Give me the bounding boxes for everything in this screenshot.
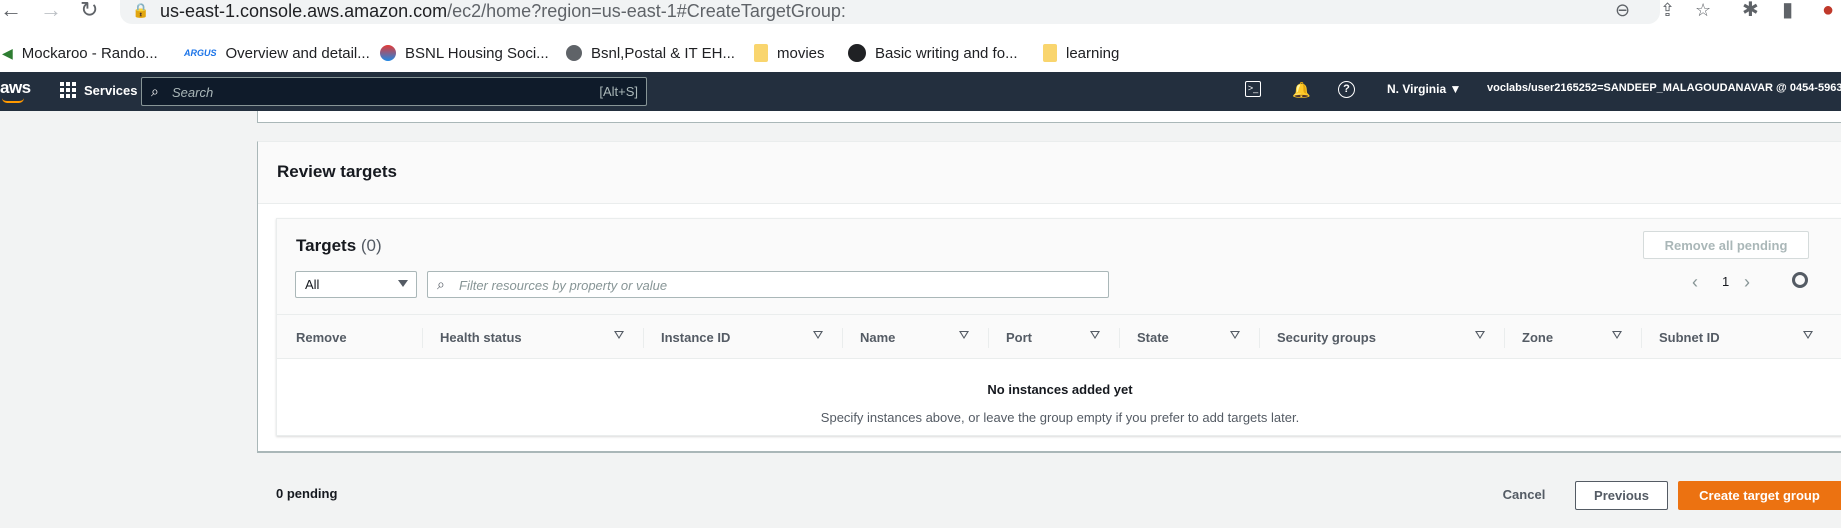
- container-header: Review targets: [258, 142, 1841, 204]
- filter-type-select[interactable]: All: [295, 271, 417, 298]
- folder-icon: [754, 44, 768, 62]
- account-menu[interactable]: voclabs/user2165252=SANDEEP_MALAGOUDANAV…: [1487, 82, 1841, 94]
- services-grid-icon: [60, 82, 76, 98]
- aws-logo[interactable]: aws: [0, 78, 31, 103]
- cloudshell-icon[interactable]: >_: [1245, 81, 1261, 97]
- github-icon: [848, 44, 866, 62]
- column-zone[interactable]: Zone: [1522, 330, 1553, 345]
- bookmark-label: learning: [1066, 44, 1120, 62]
- search-icon: ⌕: [151, 83, 159, 99]
- bookmark-label: Overview and detail...: [225, 44, 370, 62]
- extensions-icon[interactable]: ✱: [1742, 0, 1759, 20]
- targets-table: Targets (0) Remove all pending All ⌕ ‹ 1…: [276, 218, 1841, 436]
- side-panel-icon[interactable]: ▮: [1782, 0, 1793, 20]
- bookmark-label: Mockaroo - Rando...: [21, 44, 158, 62]
- column-name[interactable]: Name: [860, 330, 895, 345]
- table-column-headers: Remove Health status Instance ID Name Po…: [277, 314, 1841, 359]
- zoom-icon[interactable]: ⊖: [1615, 0, 1630, 20]
- targets-count: (0): [360, 236, 382, 255]
- site-logo-icon: ARGUS: [184, 48, 217, 58]
- url-text: us-east-1.console.aws.amazon.com/ec2/hom…: [160, 1, 846, 21]
- sort-icon[interactable]: [959, 331, 969, 339]
- caret-down-icon: [398, 280, 408, 287]
- bsnl-icon: [380, 45, 396, 61]
- search-icon: ⌕: [437, 276, 445, 292]
- bookmark-mockaroo[interactable]: ◀ Mockaroo - Rando...: [2, 42, 158, 64]
- bookmark-star-icon[interactable]: ☆: [1695, 0, 1711, 20]
- create-target-group-button[interactable]: Create target group: [1678, 481, 1841, 510]
- targets-heading: Targets (0): [296, 236, 382, 255]
- next-page-icon[interactable]: ›: [1744, 272, 1750, 293]
- aws-smile-icon: [2, 98, 24, 103]
- globe-icon: [566, 45, 582, 61]
- bookmark-label: Bsnl,Postal & IT EH...: [591, 44, 735, 62]
- aws-console-header: aws Services ⌕ [Alt+S] >_ 🔔 ? N. Virgini…: [0, 72, 1841, 111]
- column-subnet-id[interactable]: Subnet ID: [1659, 330, 1720, 345]
- previous-button[interactable]: Previous: [1575, 481, 1668, 510]
- aws-search-input[interactable]: [172, 82, 552, 102]
- column-port[interactable]: Port: [1006, 330, 1032, 345]
- column-security-groups[interactable]: Security groups: [1277, 330, 1376, 345]
- sort-icon[interactable]: [1612, 331, 1622, 339]
- back-icon[interactable]: ←: [0, 0, 22, 24]
- column-health-status[interactable]: Health status: [440, 330, 522, 345]
- empty-state-title: No instances added yet: [987, 382, 1133, 397]
- search-shortcut-hint: [Alt+S]: [599, 84, 638, 99]
- bookmark-movies[interactable]: movies: [754, 42, 825, 64]
- reload-icon[interactable]: ↻: [80, 0, 98, 24]
- page-number[interactable]: 1: [1722, 274, 1729, 289]
- gear-icon[interactable]: [1792, 272, 1808, 288]
- column-remove: Remove: [296, 330, 347, 345]
- bookmark-bsnl-postal[interactable]: Bsnl,Postal & IT EH...: [566, 42, 735, 64]
- aws-search-box[interactable]: ⌕ [Alt+S]: [141, 77, 647, 106]
- previous-panel-edge: [257, 111, 1841, 123]
- help-icon[interactable]: ?: [1338, 81, 1355, 98]
- bookmark-bsnl-housing[interactable]: BSNL Housing Soci...: [380, 42, 549, 64]
- sort-icon[interactable]: [1803, 331, 1813, 339]
- column-divider: [643, 328, 644, 348]
- column-divider: [1504, 328, 1505, 348]
- services-menu-button[interactable]: Services: [60, 82, 138, 98]
- address-bar[interactable]: 🔒 us-east-1.console.aws.amazon.com/ec2/h…: [120, 0, 1675, 24]
- lock-icon: 🔒: [132, 2, 150, 18]
- bookmark-overview[interactable]: ARGUS Overview and detail...: [184, 42, 370, 64]
- bookmark-learning[interactable]: learning: [1043, 42, 1119, 64]
- sort-icon[interactable]: [1475, 331, 1485, 339]
- profile-avatar-icon[interactable]: ●: [1822, 0, 1834, 20]
- review-targets-title: Review targets: [277, 162, 397, 181]
- sort-icon[interactable]: [1230, 331, 1240, 339]
- remove-all-pending-button[interactable]: Remove all pending: [1643, 231, 1809, 259]
- column-instance-id[interactable]: Instance ID: [661, 330, 730, 345]
- column-state[interactable]: State: [1137, 330, 1169, 345]
- empty-state-description: Specify instances above, or leave the gr…: [820, 410, 1300, 425]
- column-divider: [842, 328, 843, 348]
- column-divider: [1641, 328, 1642, 348]
- notifications-bell-icon[interactable]: 🔔: [1292, 81, 1311, 101]
- share-icon[interactable]: ⇪: [1660, 0, 1675, 20]
- bookmark-label: Basic writing and fo...: [875, 44, 1018, 62]
- bookmark-basic-writing[interactable]: Basic writing and fo...: [848, 42, 1018, 64]
- previous-page-icon[interactable]: ‹: [1692, 272, 1698, 293]
- region-selector[interactable]: N. Virginia ▼: [1387, 82, 1461, 96]
- targets-table-header: Targets (0) Remove all pending All ⌕ ‹ 1…: [277, 219, 1841, 314]
- kangaroo-icon: ◀: [2, 44, 13, 61]
- column-divider: [422, 328, 423, 348]
- column-divider: [1259, 328, 1260, 348]
- sort-icon[interactable]: [614, 331, 624, 339]
- sort-icon[interactable]: [813, 331, 823, 339]
- filter-box[interactable]: ⌕: [427, 271, 1109, 298]
- review-targets-container: Review targets Targets (0) Remove all pe…: [257, 141, 1841, 453]
- bookmark-label: BSNL Housing Soci...: [405, 44, 549, 62]
- sort-icon[interactable]: [1090, 331, 1100, 339]
- column-divider: [1119, 328, 1120, 348]
- pending-count: 0 pending: [276, 486, 338, 501]
- bookmark-label: movies: [777, 44, 825, 62]
- forward-icon[interactable]: →: [40, 0, 62, 24]
- folder-icon: [1043, 44, 1057, 62]
- cancel-button[interactable]: Cancel: [1490, 479, 1558, 509]
- filter-input[interactable]: [459, 276, 1079, 294]
- bookmarks-bar: ◀ Mockaroo - Rando... ARGUS Overview and d…: [0, 34, 1841, 72]
- column-divider: [988, 328, 989, 348]
